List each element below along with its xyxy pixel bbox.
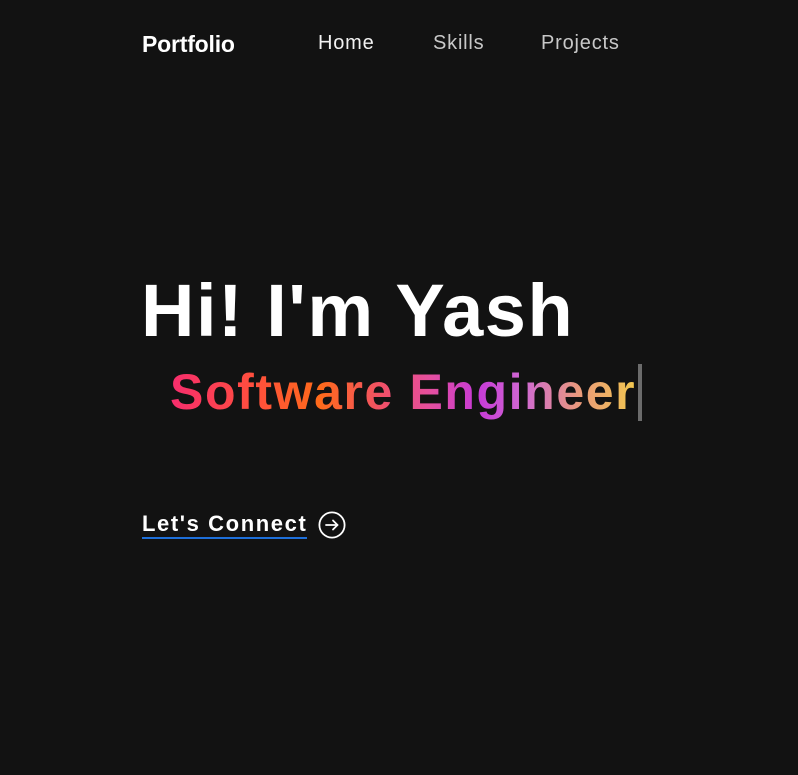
lets-connect-button[interactable]: Let's Connect: [142, 508, 346, 542]
navbar: Portfolio Home Skills Projects: [142, 28, 662, 60]
hero-title: Hi! I'm Yash: [141, 269, 575, 352]
typewriter-subtitle: Software Engineer: [170, 362, 643, 422]
nav-link-projects[interactable]: Projects: [541, 32, 620, 55]
nav-link-home[interactable]: Home: [318, 32, 375, 55]
portfolio-page: Portfolio Home Skills Projects Hi! I'm Y…: [0, 0, 798, 775]
hero-subtitle: Software Engineer: [170, 364, 637, 420]
brand-logo-link[interactable]: Portfolio: [142, 31, 235, 58]
lets-connect-label: Let's Connect: [142, 511, 308, 539]
arrow-right-circle-icon: [318, 511, 346, 539]
nav-link-skills[interactable]: Skills: [433, 32, 484, 55]
typing-cursor: [638, 363, 643, 421]
